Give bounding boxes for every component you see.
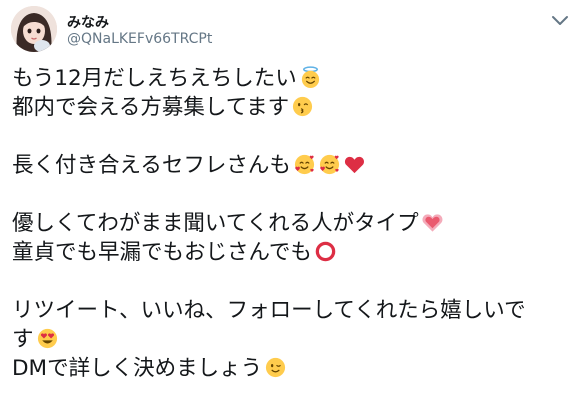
tweet-line: 長く付き合えるセフレさんも bbox=[12, 151, 572, 180]
winking-face-emoji-icon bbox=[264, 356, 287, 379]
tweet-line: 優しくてわがまま聞いてくれる人がタイプ bbox=[12, 209, 572, 238]
tweet-line: DMで詳しく決めましょう bbox=[12, 354, 572, 383]
hollow-red-circle-emoji-icon bbox=[314, 240, 337, 263]
chevron-down-icon[interactable] bbox=[551, 13, 569, 27]
tweet-line: 童貞でも早漏でもおじさんでも bbox=[12, 238, 572, 267]
tweet-card: みなみ @QNaLKEFv66TRCPt もう12月だしえちえちしたい 都内で会… bbox=[0, 0, 579, 411]
kissing-face-emoji-icon bbox=[291, 95, 314, 118]
tweet-line: す bbox=[12, 325, 572, 354]
tweet-line: もう12月だしえちえちしたい bbox=[12, 64, 572, 93]
tweet-line-text: もう12月だしえちえちしたい bbox=[12, 66, 297, 91]
growing-heart-emoji-icon bbox=[421, 211, 444, 234]
smiling-face-with-halo-emoji-icon bbox=[299, 66, 322, 89]
tweet-line: リツイート、いいね、フォローしてくれたら嬉しいで bbox=[12, 296, 572, 325]
heart-eyes-emoji-icon bbox=[36, 327, 59, 350]
tweet-line-text: 童貞でも早漏でもおじさんでも bbox=[12, 240, 312, 265]
tweet-line-text: DMで詳しく決めましょう bbox=[12, 356, 263, 381]
red-heart-emoji-icon bbox=[343, 153, 366, 176]
tweet-text: もう12月だしえちえちしたい 都内で会える方募集してます 長く付き合えるセフレさ… bbox=[12, 64, 572, 383]
tweet-line-text: 長く付き合えるセフレさんも bbox=[12, 153, 291, 178]
tweet-line-text: リツイート、いいね、フォローしてくれたら嬉しいで bbox=[12, 298, 526, 323]
smiling-face-with-hearts-emoji-icon bbox=[318, 153, 341, 176]
tweet-line-text: 優しくてわがまま聞いてくれる人がタイプ bbox=[12, 211, 419, 236]
user-handle[interactable]: @QNaLKEFv66TRCPt bbox=[67, 31, 212, 47]
tweet-line-text: す bbox=[12, 327, 34, 352]
tweet-line: 都内で会える方募集してます bbox=[12, 93, 572, 122]
tweet-line-text: 都内で会える方募集してます bbox=[12, 95, 290, 120]
smiling-face-with-hearts-emoji-icon bbox=[293, 153, 316, 176]
avatar[interactable] bbox=[11, 6, 57, 52]
display-name[interactable]: みなみ bbox=[67, 12, 109, 32]
